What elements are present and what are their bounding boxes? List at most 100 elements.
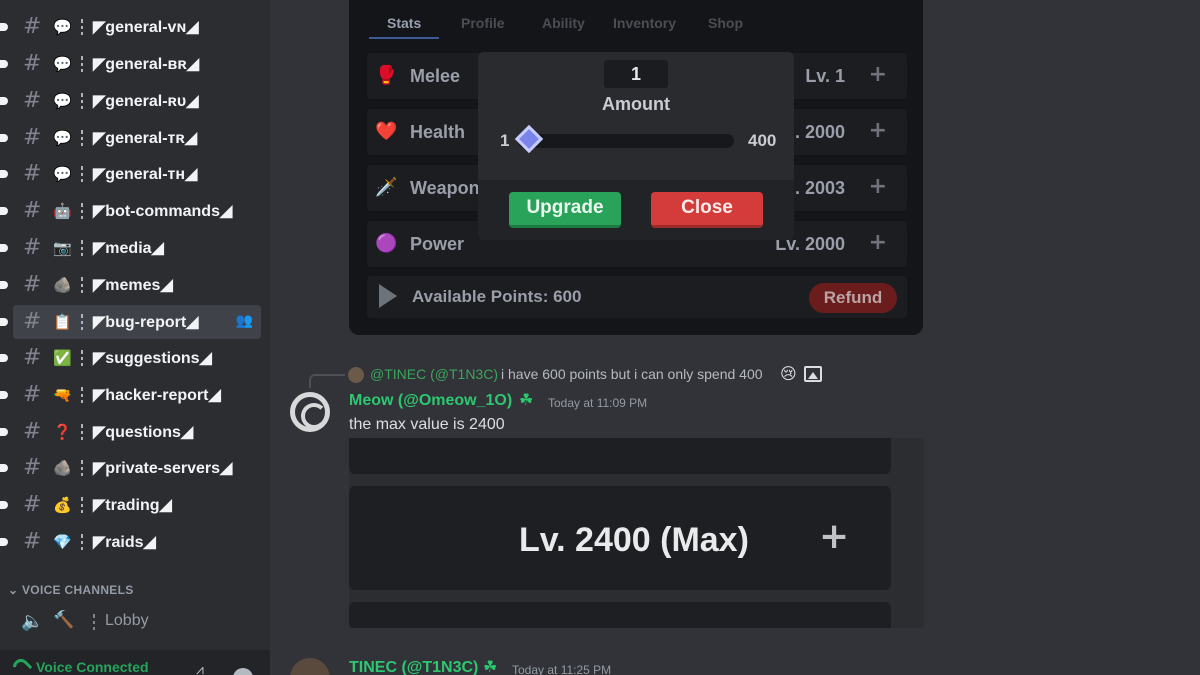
stat-name: Weapon — [410, 178, 480, 198]
message-author[interactable]: Meow (@Omeow_1O) — [349, 392, 512, 410]
hash-icon: # — [23, 88, 42, 113]
hash-icon: # — [23, 198, 42, 223]
unread-indicator — [0, 170, 8, 178]
channel-separator — [81, 166, 83, 182]
tab-shop: Shop — [708, 15, 743, 31]
tab-stats: Stats — [387, 15, 422, 31]
reply-author[interactable]: @TINEC (@T1N3C) — [370, 366, 498, 382]
avatar[interactable] — [290, 392, 330, 432]
plus-icon: + — [868, 62, 887, 87]
channel-separator — [81, 534, 83, 550]
reply-avatar[interactable] — [348, 367, 364, 383]
hash-icon: # — [23, 419, 42, 444]
amount-label: Amount — [602, 94, 670, 114]
message-image-attachment[interactable]: Lv. 2400 (Max) + — [349, 438, 924, 628]
voice-channel-lobby[interactable]: 🔈 🔨 Lobby — [13, 606, 261, 638]
voice-channels-header[interactable]: ⌄ VOICE CHANNELS — [8, 583, 134, 597]
channel-item[interactable]: # 💰 ◤trading◢ — [0, 488, 261, 522]
channel-separator — [81, 19, 83, 35]
channel-label: ◤general-ᴛʜ◢ — [93, 166, 198, 183]
unread-indicator — [0, 23, 8, 31]
play-icon — [379, 284, 397, 308]
channel-separator — [81, 387, 83, 403]
chevron-down-icon: ⌄ — [8, 583, 22, 597]
speech-bubble-icon: 💬 — [53, 92, 72, 110]
speech-bubble-icon: 💬 — [53, 165, 72, 183]
channel-item[interactable]: # ❓ ◤questions◢ — [0, 415, 261, 449]
channel-item[interactable]: # 🪨 ◤memes◢ — [0, 268, 261, 302]
max-level-label: Lv. 2400 (Max) — [519, 521, 749, 559]
avatar[interactable] — [290, 658, 330, 675]
game-stats-screenshot[interactable]: Stats Profile Ability Inventory Shop 🥊 M… — [349, 0, 923, 335]
message-timestamp: Today at 11:09 PM — [548, 396, 648, 410]
message-text: the max value is 2400 — [349, 416, 505, 433]
plus-icon: + — [868, 118, 887, 143]
stat-level: . 2003 — [794, 178, 845, 198]
channel-label: ◤trading◢ — [93, 497, 172, 514]
channel-separator — [93, 614, 95, 630]
hash-icon: # — [23, 125, 42, 150]
robot-icon: 🤖 — [53, 202, 72, 220]
create-invite-icon[interactable]: 👥 — [236, 313, 253, 329]
speech-bubble-icon: 💬 — [53, 18, 72, 36]
close-button: Close — [651, 192, 763, 228]
unread-indicator — [0, 60, 8, 68]
channel-item[interactable]: # 💬 ◤general-ʙʀ◢ — [0, 47, 261, 81]
channel-label: ◤general-ᴠɴ◢ — [93, 19, 199, 36]
tab-profile: Profile — [461, 15, 505, 31]
channel-item[interactable]: # 💬 ◤general-ᴠɴ◢ — [0, 10, 261, 44]
channel-item[interactable]: # 💬 ◤general-ᴛʀ◢ — [0, 121, 261, 155]
channel-item[interactable]: # 🤖 ◤bot-commands◢ — [0, 194, 261, 228]
reply-preview-text[interactable]: i have 600 points but i can only spend 4… — [501, 366, 763, 382]
speaker-icon: 🔈 — [21, 611, 44, 632]
stat-level: . 2000 — [794, 122, 845, 142]
channel-item[interactable]: # 🪨 ◤private-servers◢ — [0, 451, 261, 485]
unread-indicator — [0, 281, 8, 289]
unread-indicator — [0, 501, 8, 509]
channel-item[interactable]: # 📷 ◤media◢ — [0, 231, 261, 265]
channel-item[interactable]: # 💬 ◤general-ᴛʜ◢ — [0, 157, 261, 191]
hash-icon: # — [23, 235, 42, 260]
money-bag-icon: 💰 — [53, 496, 72, 514]
channel-separator — [81, 130, 83, 146]
channel-item[interactable]: # ✅ ◤suggestions◢ — [0, 341, 261, 375]
chat-area: Stats Profile Ability Inventory Shop 🥊 M… — [270, 0, 1200, 675]
stat-name: Health — [410, 122, 466, 142]
channel-item[interactable]: # 📋 ◤bug-report◢ 👥 — [0, 305, 261, 339]
hash-icon: # — [23, 492, 42, 517]
channel-label: ◤private-servers◢ — [93, 460, 233, 477]
stat-name: Power — [410, 234, 465, 254]
check-mark-icon: ✅ — [53, 349, 72, 367]
amount-slider-track — [518, 134, 734, 148]
hash-icon: # — [23, 455, 42, 480]
channel-separator — [81, 460, 83, 476]
power-fruit-icon: 🟣 — [375, 233, 398, 254]
message-timestamp: Today at 11:25 PM — [512, 663, 612, 675]
channel-item[interactable]: # 💎 ◤raids◢ — [0, 525, 261, 559]
channel-separator — [81, 56, 83, 72]
channel-label: ◤general-ᴛʀ◢ — [93, 130, 198, 147]
plus-icon: + — [868, 230, 887, 255]
signal-icon[interactable] — [9, 655, 33, 675]
noise-suppression-icon[interactable]: ⩘ — [196, 662, 204, 675]
channel-separator — [81, 424, 83, 440]
channel-label: ◤media◢ — [93, 240, 164, 257]
gun-icon: 🔫 — [53, 386, 72, 404]
channel-item[interactable]: # 🔫 ◤hacker-report◢ — [0, 378, 261, 412]
message-author[interactable]: TINEC (@T1N3C) — [349, 659, 478, 675]
slider-max-label: 400 — [748, 131, 777, 150]
channel-label: ◤hacker-report◢ — [93, 387, 221, 404]
channel-separator — [81, 497, 83, 513]
melee-icon: 🥊 — [375, 65, 398, 86]
heart-icon: ❤️ — [375, 121, 398, 142]
upgrade-amount-modal: 1 Amount 1 400 Upgrade Close — [478, 52, 794, 240]
channel-label: ◤raids◢ — [93, 534, 156, 551]
disconnect-icon[interactable] — [233, 668, 253, 675]
image-panel-top — [349, 438, 891, 474]
amount-slider-thumb — [514, 124, 544, 154]
voice-connected-label[interactable]: Voice Connected — [36, 659, 149, 675]
speech-bubble-icon: 💬 — [53, 55, 72, 73]
plus-icon: + — [819, 516, 850, 557]
hammer-icon: 🔨 — [53, 610, 75, 630]
channel-item[interactable]: # 💬 ◤general-ʀᴜ◢ — [0, 84, 261, 118]
